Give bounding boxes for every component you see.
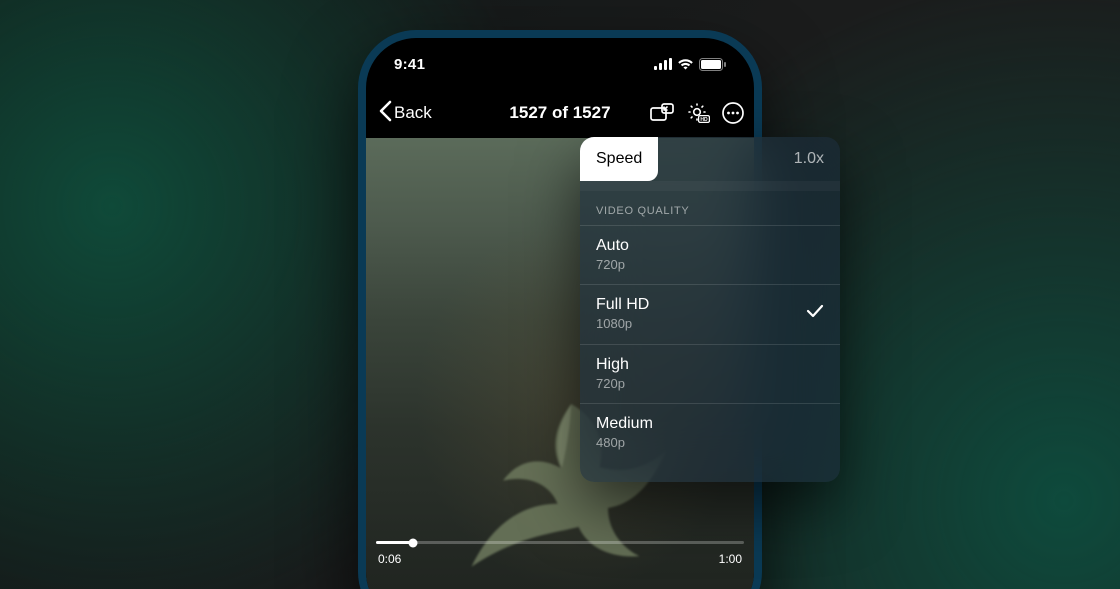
quality-option-label: High bbox=[596, 355, 629, 375]
quality-option-sub: 1080p bbox=[596, 316, 649, 332]
quality-option-sub: 480p bbox=[596, 435, 653, 451]
phone-notch bbox=[481, 38, 639, 64]
quality-option-label: Auto bbox=[596, 236, 629, 256]
playback-progress[interactable]: 0:06 1:00 bbox=[376, 541, 744, 566]
chevron-left-icon bbox=[378, 100, 392, 127]
speed-row[interactable]: Speed 1.0x bbox=[580, 137, 840, 181]
svg-text:HD: HD bbox=[700, 117, 708, 123]
elapsed-time-label: 0:06 bbox=[378, 552, 401, 566]
speed-tab[interactable]: Speed bbox=[580, 137, 658, 181]
speed-label: Speed bbox=[596, 150, 642, 168]
more-button[interactable] bbox=[722, 102, 744, 124]
quality-option-sub: 720p bbox=[596, 376, 629, 392]
cellular-signal-icon bbox=[654, 58, 672, 70]
video-settings-button[interactable]: HD bbox=[686, 102, 710, 124]
nav-bar: Back 1527 of 1527 bbox=[366, 92, 754, 134]
picture-in-picture-button[interactable] bbox=[650, 103, 674, 123]
quality-option-high[interactable]: High 720p bbox=[580, 344, 840, 403]
back-button[interactable]: Back bbox=[372, 96, 438, 131]
menu-separator bbox=[580, 181, 840, 191]
back-label: Back bbox=[394, 103, 432, 123]
quality-option-label: Medium bbox=[596, 414, 653, 434]
quality-option-fullhd[interactable]: Full HD 1080p bbox=[580, 284, 840, 343]
checkmark-icon bbox=[806, 304, 824, 323]
video-quality-header: VIDEO QUALITY bbox=[580, 191, 840, 225]
total-time-label: 1:00 bbox=[719, 552, 742, 566]
progress-fill bbox=[376, 541, 413, 544]
quality-option-label: Full HD bbox=[596, 295, 649, 315]
battery-icon bbox=[699, 58, 726, 71]
status-time: 9:41 bbox=[394, 56, 425, 73]
quality-option-sub: 720p bbox=[596, 257, 629, 273]
quality-option-medium[interactable]: Medium 480p bbox=[580, 403, 840, 462]
quality-option-auto[interactable]: Auto 720p bbox=[580, 225, 840, 284]
status-indicators bbox=[654, 58, 726, 71]
progress-knob[interactable] bbox=[408, 538, 417, 547]
wifi-icon bbox=[677, 58, 694, 70]
speed-value: 1.0x bbox=[794, 150, 840, 168]
video-settings-popover: Speed 1.0x VIDEO QUALITY Auto 720p Full … bbox=[580, 137, 840, 482]
